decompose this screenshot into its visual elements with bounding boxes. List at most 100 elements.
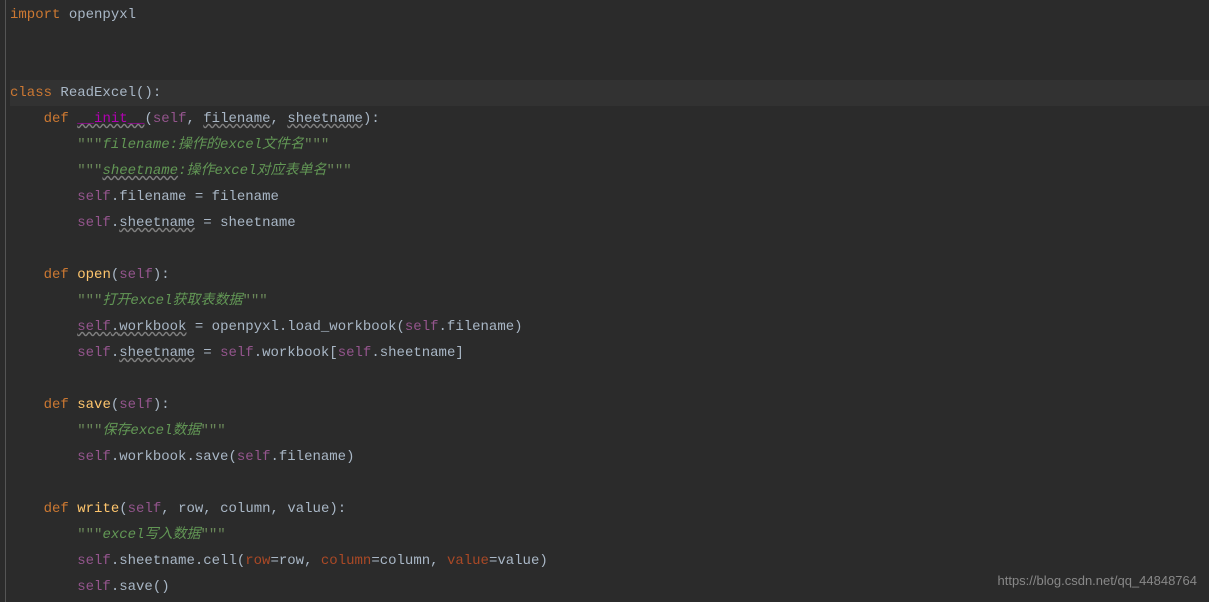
code-line-def[interactable]: def save(self):: [10, 392, 1209, 418]
indent: [10, 189, 77, 205]
indent: [10, 527, 77, 543]
kwarg-value: value: [447, 553, 489, 569]
module-name: openpyxl: [60, 7, 136, 23]
code-line-def[interactable]: def __init__(self, filename, sheetname):: [10, 106, 1209, 132]
triple-quote: """: [200, 423, 225, 439]
self-ref: self: [237, 449, 271, 465]
code-line-empty[interactable]: [10, 366, 1209, 392]
kwarg-row: row: [245, 553, 270, 569]
param-row: row: [178, 501, 203, 517]
func-open: open: [77, 267, 111, 283]
save-call: .save(): [111, 579, 170, 595]
code-line-empty[interactable]: [10, 236, 1209, 262]
code-line-assignment[interactable]: self.workbook = openpyxl.load_workbook(s…: [10, 314, 1209, 340]
code-line-assignment[interactable]: self.filename = filename: [10, 184, 1209, 210]
keyword-def: def: [44, 111, 69, 127]
code-line-docstring[interactable]: """保存excel数据""": [10, 418, 1209, 444]
attr-filename: filename: [119, 189, 186, 205]
attr-sheetname: sheetname]: [380, 345, 464, 361]
docstring-text: filename:操作的excel文件名: [102, 137, 304, 153]
code-line-docstring[interactable]: """打开excel获取表数据""": [10, 288, 1209, 314]
attr-workbook: workbook: [119, 319, 186, 335]
indent: [10, 215, 77, 231]
code-line-docstring[interactable]: """excel写入数据""": [10, 522, 1209, 548]
docstring-underline: sheetname: [102, 163, 178, 179]
space: [69, 501, 77, 517]
dot: .: [111, 189, 119, 205]
param-sheetname: sheetname: [287, 111, 363, 127]
self-ref: self: [77, 553, 111, 569]
self-ref: self: [77, 189, 111, 205]
indent: [10, 423, 77, 439]
value: sheetname: [220, 215, 296, 231]
dot: .: [111, 215, 119, 231]
watermark: https://blog.csdn.net/qq_44848764: [998, 568, 1198, 594]
kwarg-column: column: [321, 553, 371, 569]
code-line-def[interactable]: def open(self):: [10, 262, 1209, 288]
attr-sheetname: sheetname: [119, 215, 195, 231]
self-ref: self: [77, 449, 111, 465]
paren-open: (: [111, 397, 119, 413]
keyword-class: class: [10, 85, 52, 101]
equals: =: [186, 189, 211, 205]
self-ref: self: [77, 215, 111, 231]
value: filename: [212, 189, 279, 205]
docstring-text: :操作excel对应表单名: [178, 163, 326, 179]
paren-open: (: [111, 267, 119, 283]
self-ref: self: [220, 345, 254, 361]
call-load-workbook: openpyxl.load_workbook(: [212, 319, 405, 335]
colon: :: [161, 397, 169, 413]
workbook-save: workbook.save(: [119, 449, 237, 465]
code-line-empty[interactable]: [10, 54, 1209, 80]
param-value: value: [287, 501, 329, 517]
self-ref: self: [405, 319, 439, 335]
comma: ,: [271, 111, 288, 127]
code-line-empty[interactable]: [10, 28, 1209, 54]
self-wavy: self: [77, 319, 111, 335]
code-line-docstring[interactable]: """sheetname:操作excel对应表单名""": [10, 158, 1209, 184]
docstring-text: 保存excel数据: [102, 423, 200, 439]
func-init: __init__: [77, 111, 144, 127]
colon: :: [153, 85, 161, 101]
colon: :: [371, 111, 379, 127]
self-param: self: [128, 501, 162, 517]
paren-close: ): [153, 397, 161, 413]
attr-sheetname: sheetname: [119, 345, 195, 361]
editor-gutter: [0, 0, 6, 602]
paren-open: (: [119, 501, 127, 517]
code-line[interactable]: import openpyxl: [10, 2, 1209, 28]
comma: ,: [304, 553, 321, 569]
func-save: save: [77, 397, 111, 413]
space: [69, 397, 77, 413]
self-param: self: [119, 397, 153, 413]
code-line-def[interactable]: def write(self, row, column, value):: [10, 496, 1209, 522]
indent: [10, 345, 77, 361]
code-line-class[interactable]: class ReadExcel():: [10, 80, 1209, 106]
dot: .: [270, 449, 278, 465]
equals: =: [195, 345, 220, 361]
docstring-text: excel写入数据: [102, 527, 200, 543]
keyword-def: def: [44, 267, 69, 283]
space: [69, 111, 77, 127]
dot: .: [371, 345, 379, 361]
code-line-assignment[interactable]: self.sheetname = sheetname: [10, 210, 1209, 236]
self-param: self: [119, 267, 153, 283]
cell-call: .sheetname.cell(: [111, 553, 245, 569]
triple-quote: """: [200, 527, 225, 543]
colon: :: [161, 267, 169, 283]
dot: .: [111, 345, 119, 361]
code-line-docstring[interactable]: """filename:操作的excel文件名""": [10, 132, 1209, 158]
param-filename: filename: [203, 111, 270, 127]
dot: .: [111, 319, 119, 335]
code-editor[interactable]: import openpyxl class ReadExcel(): def _…: [0, 0, 1209, 600]
code-line-assignment[interactable]: self.sheetname = self.workbook[self.shee…: [10, 340, 1209, 366]
keyword-def: def: [44, 397, 69, 413]
code-line-empty[interactable]: [10, 470, 1209, 496]
func-write: write: [77, 501, 119, 517]
self-ref: self: [338, 345, 372, 361]
eq: =row: [270, 553, 304, 569]
keyword-def: def: [44, 501, 69, 517]
eq: =value): [489, 553, 548, 569]
self-ref: self: [77, 579, 111, 595]
code-line-call[interactable]: self.workbook.save(self.filename): [10, 444, 1209, 470]
